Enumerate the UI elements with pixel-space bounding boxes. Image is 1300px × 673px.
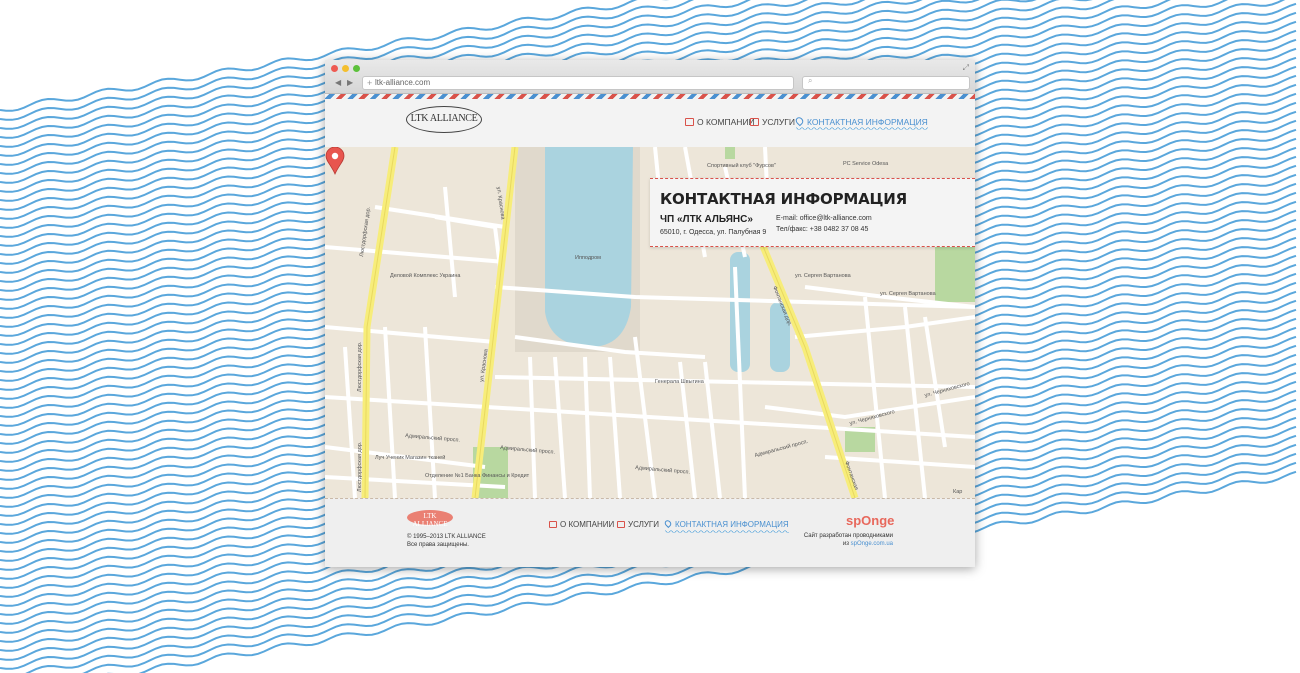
company-email[interactable]: E-mail: office@ltk-alliance.com xyxy=(776,215,872,222)
copyright: © 1995–2013 LTK ALLIANCE Все права защищ… xyxy=(407,533,486,549)
park-area xyxy=(935,247,975,302)
footer-nav-services-label: Услуги xyxy=(628,520,660,529)
nav-services[interactable]: Услуги xyxy=(750,117,795,129)
hippodrome-field xyxy=(545,147,633,347)
address-bar-url: ltk-alliance.com xyxy=(375,78,431,87)
map-label-vartanova-1: ул. Сергея Вартанова xyxy=(795,273,852,279)
nav-about-label: О компании xyxy=(697,117,755,127)
developer-credit: Сайт разработан проводниками из spOnge.c… xyxy=(804,532,893,548)
map-label-service: РС Service Odesa xyxy=(843,161,889,167)
map-label-kar: Кар xyxy=(953,489,962,495)
map-label-admiral-2: Адмиральский просп. xyxy=(500,444,556,456)
map-label-hippodrome: Ипподром xyxy=(575,255,601,261)
active-wave-underline xyxy=(796,127,928,132)
contact-info-card: КОНТАКТНАЯ ИНФОРМАЦИЯ ЧП «ЛТК АЛЬЯНС» 65… xyxy=(650,178,975,247)
footer-nav-contacts-label: Контактная информация xyxy=(675,520,789,529)
address-bar[interactable]: + ltk-alliance.com xyxy=(362,76,794,90)
add-icon: + xyxy=(367,78,373,88)
footer-logo-text: LTK ALLIANCE xyxy=(412,512,448,528)
footer-nav-about-label: О компании xyxy=(560,520,615,529)
map-label-bank: Отделение №1 Банка Финансы и Кредит xyxy=(425,473,530,479)
park-area xyxy=(725,147,735,159)
company-phone: Тел/факс: +38 0482 37 08 45 xyxy=(776,226,869,233)
browser-window: ⤢ ◀ ▶ + ltk-alliance.com ⌕ LTK ALLIANCE … xyxy=(325,60,975,567)
footer-nav-about[interactable]: О компании xyxy=(549,520,614,529)
map-label-admiral-3: Адмиральский просп. xyxy=(635,464,691,476)
map-label-lyustdorf-2: Люстдорфская дор. xyxy=(357,341,363,392)
footer-logo[interactable]: LTK ALLIANCE xyxy=(407,510,453,528)
map-label-street: Генерала Швыгина xyxy=(655,379,705,385)
forward-button[interactable]: ▶ xyxy=(347,78,353,87)
briefcase-icon xyxy=(617,521,625,528)
page-icon xyxy=(549,521,557,528)
site-footer: LTK ALLIANCE © 1995–2013 LTK ALLIANCE Вс… xyxy=(325,498,975,567)
back-button[interactable]: ◀ xyxy=(335,78,341,87)
map-label-chernyakhovskogo-2: ул. Черняховского xyxy=(924,381,970,399)
nav-about[interactable]: О компании xyxy=(685,117,755,129)
map-pin-icon xyxy=(794,115,805,127)
copyright-line: © 1995–2013 LTK ALLIANCE xyxy=(407,534,486,540)
map-label-komplex: Деловой Комплекс Украина xyxy=(390,272,461,279)
nav-contacts[interactable]: Контактная информация xyxy=(794,115,928,132)
fullscreen-icon[interactable]: ⤢ xyxy=(963,63,969,73)
nav-contacts-label: Контактная информация xyxy=(807,117,928,127)
company-name: ЧП «ЛТК АЛЬЯНС» xyxy=(660,214,753,225)
map-label-shop: Луч Ученик Магазин тканей xyxy=(375,454,445,461)
logo-text: LTK ALLIANCE xyxy=(410,113,478,124)
active-wave-underline xyxy=(665,530,789,535)
nav-services-label: Услуги xyxy=(762,117,795,127)
map-label-lyustdorf-3: Люстдорфская дор. xyxy=(357,441,363,492)
close-window-button[interactable] xyxy=(331,65,338,72)
briefcase-icon xyxy=(750,118,759,126)
browser-search-field[interactable]: ⌕ xyxy=(802,76,970,90)
map-label-sport-club: Спортивный клуб "Фурсов" xyxy=(707,162,776,169)
footer-nav-contacts[interactable]: Контактная информация xyxy=(663,518,789,535)
minimize-window-button[interactable] xyxy=(342,65,349,72)
site-logo[interactable]: LTK ALLIANCE xyxy=(406,106,482,133)
page-icon xyxy=(685,118,694,126)
contact-title: КОНТАКТНАЯ ИНФОРМАЦИЯ xyxy=(660,190,907,208)
maximize-window-button[interactable] xyxy=(353,65,360,72)
rights-line: Все права защищены. xyxy=(407,542,469,548)
sponge-logo[interactable]: spOnge xyxy=(846,513,894,528)
map-pin-icon xyxy=(663,518,673,529)
footer-nav-services[interactable]: Услуги xyxy=(617,520,659,529)
map-label-vartanova-2: ул. Сергея Вартанова xyxy=(880,291,937,297)
search-icon: ⌕ xyxy=(808,76,813,85)
map-label-admiral-4: Адмиральский просп. xyxy=(754,438,809,459)
header-scallop-edge xyxy=(325,140,975,148)
map-label-krasnova-1: ул. Краснова xyxy=(495,186,506,220)
company-address: 65010, г. Одесса, ул. Палубная 9 xyxy=(660,229,767,236)
map-marker-icon[interactable] xyxy=(325,147,345,175)
credit-line: Сайт разработан проводниками xyxy=(803,533,893,539)
browser-toolbar: ⤢ ◀ ▶ + ltk-alliance.com ⌕ xyxy=(325,60,975,94)
credit-prefix: из xyxy=(842,541,849,547)
sponge-link[interactable]: spOnge.com.ua xyxy=(851,541,893,547)
